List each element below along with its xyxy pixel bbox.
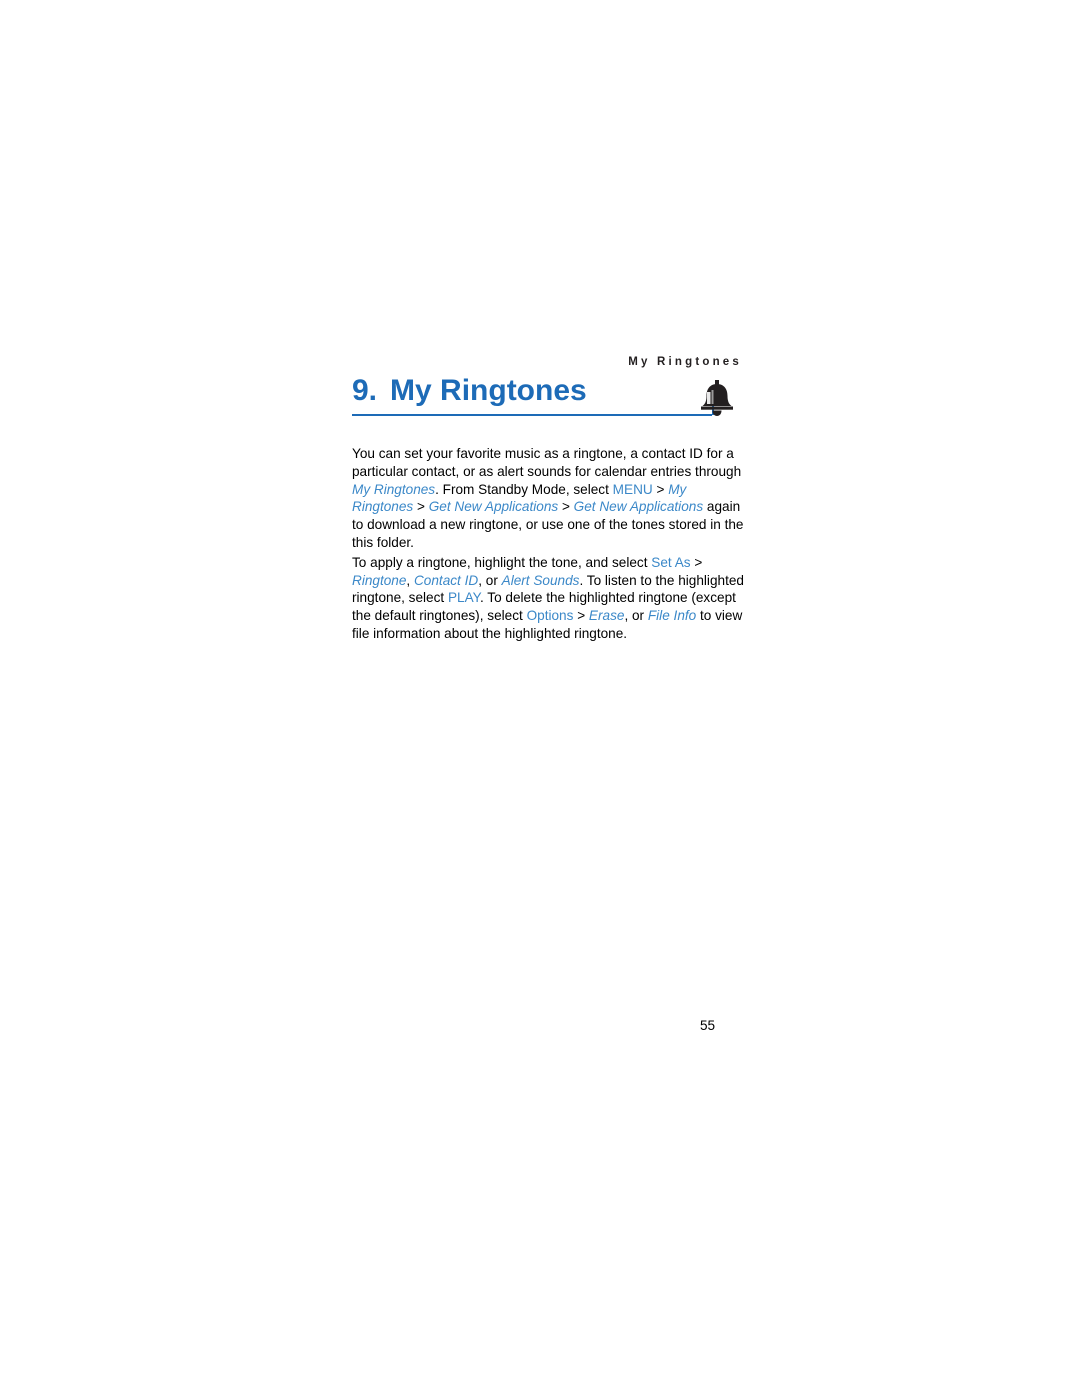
chapter-number: 9. [352, 374, 378, 407]
document-page: My Ringtones 9. My Ringtones You can set … [0, 0, 1080, 1397]
p2-seg7: > [573, 608, 589, 624]
p1-link-my-ringtones-1[interactable]: My Ringtones [352, 482, 435, 497]
p2-link-file-info[interactable]: File Info [648, 608, 696, 623]
p1-seg4: > [413, 499, 429, 515]
running-head: My Ringtones [628, 356, 742, 368]
body-copy: You can set your favorite music as a rin… [352, 445, 744, 643]
p1-seg1: You can set your favorite music as a rin… [352, 446, 742, 479]
p1-link-menu[interactable]: MENU [613, 482, 653, 497]
p2-seg4: , or [478, 572, 502, 588]
page-title: My Ringtones [390, 374, 587, 407]
p1-link-get-new-applications-1[interactable]: Get New Applications [429, 499, 558, 514]
p2-seg3: , [406, 572, 414, 588]
chapter-heading: 9. My Ringtones [352, 374, 748, 420]
p2-seg1: To apply a ringtone, highlight the tone,… [352, 554, 652, 570]
p1-seg3: > [652, 481, 669, 497]
paragraph-2: To apply a ringtone, highlight the tone,… [352, 554, 744, 643]
p1-seg5: > [558, 499, 574, 515]
p1-seg2: . From Standby Mode, select [435, 481, 613, 497]
paragraph-1: You can set your favorite music as a rin… [352, 445, 744, 552]
p2-seg2: > [690, 554, 703, 570]
bell-icon [700, 380, 734, 416]
p2-link-alert-sounds[interactable]: Alert Sounds [502, 573, 580, 588]
page-number: 55 [700, 1018, 716, 1033]
p1-link-get-new-applications-2[interactable]: Get New Applications [574, 499, 703, 514]
p2-link-set-as[interactable]: Set As [651, 555, 690, 570]
p2-link-contact-id[interactable]: Contact ID [414, 573, 478, 588]
chapter-title-line: 9. My Ringtones [352, 374, 587, 408]
p2-seg8: , or [624, 608, 648, 624]
p2-link-options[interactable]: Options [527, 608, 574, 623]
p2-link-erase[interactable]: Erase [589, 608, 625, 623]
p2-link-play[interactable]: PLAY [448, 590, 480, 605]
p2-link-ringtone[interactable]: Ringtone [352, 573, 406, 588]
heading-rule [352, 414, 712, 416]
